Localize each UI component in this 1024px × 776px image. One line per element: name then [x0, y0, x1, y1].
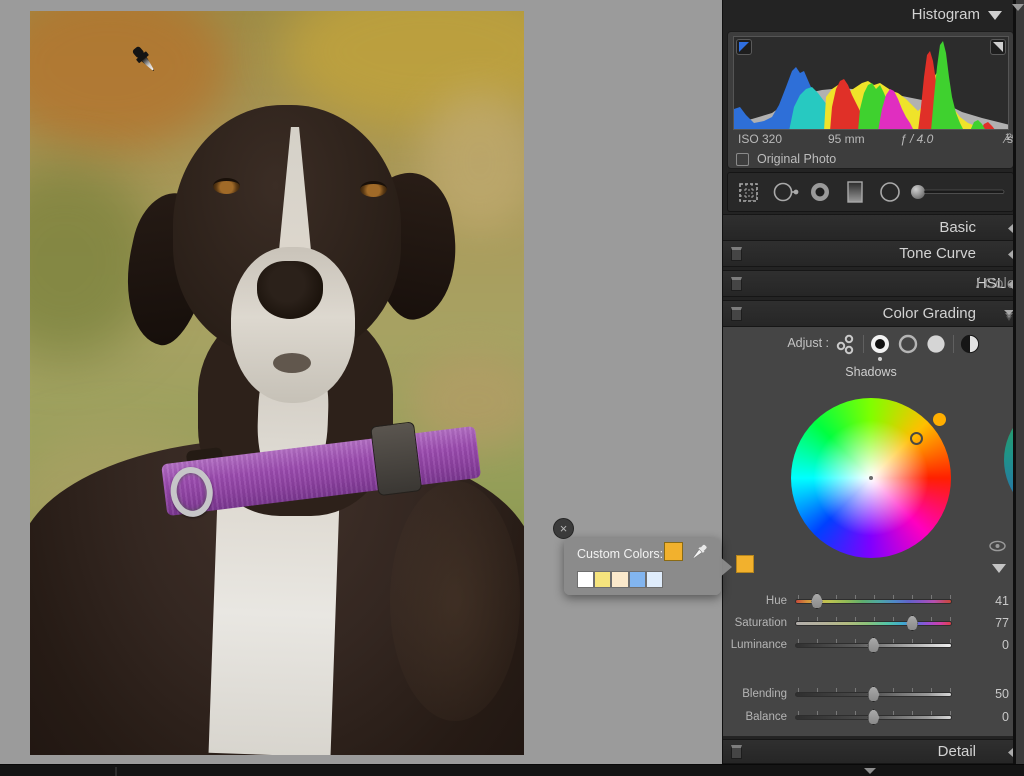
tool-strip: [727, 172, 1014, 212]
dog-nose: [257, 261, 323, 319]
basic-panel-header[interactable]: Basic: [723, 214, 1014, 241]
selected-custom-color-swatch[interactable]: [664, 542, 683, 561]
hue-label: Hue: [723, 595, 787, 607]
tone-curve-panel-header[interactable]: Tone Curve: [723, 240, 1014, 267]
original-photo-label: Original Photo: [757, 152, 836, 166]
hue-slider[interactable]: [795, 599, 952, 604]
histogram-chart: [734, 37, 1009, 130]
collar-buckle: [370, 421, 422, 496]
wheel-collapse-icon[interactable]: [992, 564, 1006, 573]
iso-value: ISO 320: [738, 132, 782, 146]
photo-preview[interactable]: [30, 11, 524, 755]
panel-scroll-gutter[interactable]: [1016, 0, 1024, 764]
blending-slider[interactable]: [795, 692, 952, 697]
right-panel: Histogram: [722, 0, 1024, 764]
original-photo-row: Original Photo: [736, 152, 1006, 168]
adjust-label: Adjust :: [723, 336, 829, 350]
focal-length-value: 95 mm: [828, 132, 865, 146]
histogram-box: ISO 320 95 mm ƒ / 4.0 1⁄200 sec Original…: [727, 31, 1014, 169]
image-canvas: [0, 0, 722, 764]
filmstrip-collapsed-bar[interactable]: [0, 764, 1024, 776]
color-grading-panel-body: Adjust : Shadows: [723, 327, 1014, 737]
highlight-clipping-indicator[interactable]: [990, 39, 1006, 55]
luminance-slider[interactable]: [795, 643, 952, 648]
blending-value: 50: [969, 687, 1009, 701]
hue-slider-row: Hue 41: [723, 592, 1014, 612]
popup-tail: [719, 556, 732, 578]
custom-swatch[interactable]: [646, 571, 663, 588]
panel-enable-toggle[interactable]: [731, 745, 742, 759]
hsl-color-panel-header[interactable]: HSL / Color: [723, 270, 1014, 297]
selected-mode-dot: [878, 357, 882, 361]
crop-icon: [740, 184, 757, 201]
balance-slider[interactable]: [795, 715, 952, 720]
custom-swatch[interactable]: [629, 571, 646, 588]
popup-close-button[interactable]: ×: [553, 518, 574, 539]
shutter-value: 1⁄200 sec: [1005, 132, 1007, 146]
slider-ticks: [798, 617, 951, 621]
balance-label: Balance: [723, 711, 787, 723]
aperture-value: ƒ / 4.0: [900, 132, 933, 146]
custom-swatch-row: [577, 571, 707, 589]
dog-shoulder-highlight: [390, 481, 520, 721]
panel-enable-toggle[interactable]: [731, 247, 742, 261]
blending-label: Blending: [723, 688, 787, 700]
detail-panel-header[interactable]: Detail: [723, 739, 1014, 764]
divider: [953, 335, 954, 353]
original-photo-checkbox[interactable]: [736, 153, 749, 166]
filmstrip-expand-icon[interactable]: [864, 768, 876, 774]
histogram-title: Histogram: [912, 6, 980, 23]
custom-swatch[interactable]: [594, 571, 611, 588]
histogram-plot[interactable]: [733, 36, 1009, 130]
color-grading-title: Color Grading: [883, 305, 976, 322]
histogram-collapse-icon[interactable]: [988, 11, 1002, 20]
dog-right-eye: [360, 181, 387, 197]
luminance-value: 0: [969, 638, 1009, 652]
custom-colors-popup: Custom Colors:: [564, 538, 721, 595]
saturation-label: Saturation: [723, 617, 787, 629]
panel-enable-toggle[interactable]: [731, 277, 742, 291]
wheel-mode-label: Shadows: [791, 365, 951, 379]
shadow-clipping-indicator[interactable]: [736, 39, 752, 55]
balance-slider-row: Balance 0: [723, 708, 1014, 728]
balance-value: 0: [969, 710, 1009, 724]
wheel-saturation-handle[interactable]: [910, 432, 923, 445]
luminance-label: Luminance: [723, 639, 787, 651]
spot-removal-icon: [775, 184, 792, 201]
graduated-filter-icon: [848, 182, 862, 202]
wheel-center-dot: [869, 476, 873, 480]
basic-title: Basic: [939, 219, 976, 236]
filmstrip-divider: [115, 767, 117, 776]
panel-top-collapse-icon[interactable]: [1012, 4, 1024, 11]
histogram-panel-header[interactable]: Histogram: [723, 0, 1014, 30]
dog-subject: [30, 11, 524, 755]
saturation-slider[interactable]: [795, 621, 952, 626]
blending-slider-row: Blending 50: [723, 685, 1014, 705]
custom-swatch[interactable]: [611, 571, 628, 588]
hue-value: 41: [969, 594, 1009, 608]
tone-curve-title: Tone Curve: [899, 245, 976, 262]
exif-info-row: ISO 320 95 mm ƒ / 4.0 1⁄200 sec: [728, 132, 1015, 148]
dog-mouth: [273, 353, 311, 373]
color-grading-panel-header[interactable]: Color Grading: [723, 300, 1014, 327]
custom-color-chip[interactable]: [736, 555, 754, 573]
detail-title: Detail: [938, 743, 976, 760]
divider: [863, 335, 864, 353]
adjustment-brush-icon: [911, 185, 925, 199]
radial-filter-icon: [881, 183, 899, 201]
saturation-slider-row: Saturation 77: [723, 614, 1014, 634]
wheel-hue-handle[interactable]: [933, 413, 946, 426]
panel-enable-toggle[interactable]: [731, 307, 742, 321]
custom-swatch[interactable]: [577, 571, 594, 588]
saturation-value: 77: [969, 616, 1009, 630]
luminance-slider-row: Luminance 0: [723, 636, 1014, 656]
popup-title: Custom Colors:: [577, 547, 663, 561]
lightroom-develop-window: Histogram: [0, 0, 1024, 776]
dog-left-eye: [213, 178, 240, 194]
